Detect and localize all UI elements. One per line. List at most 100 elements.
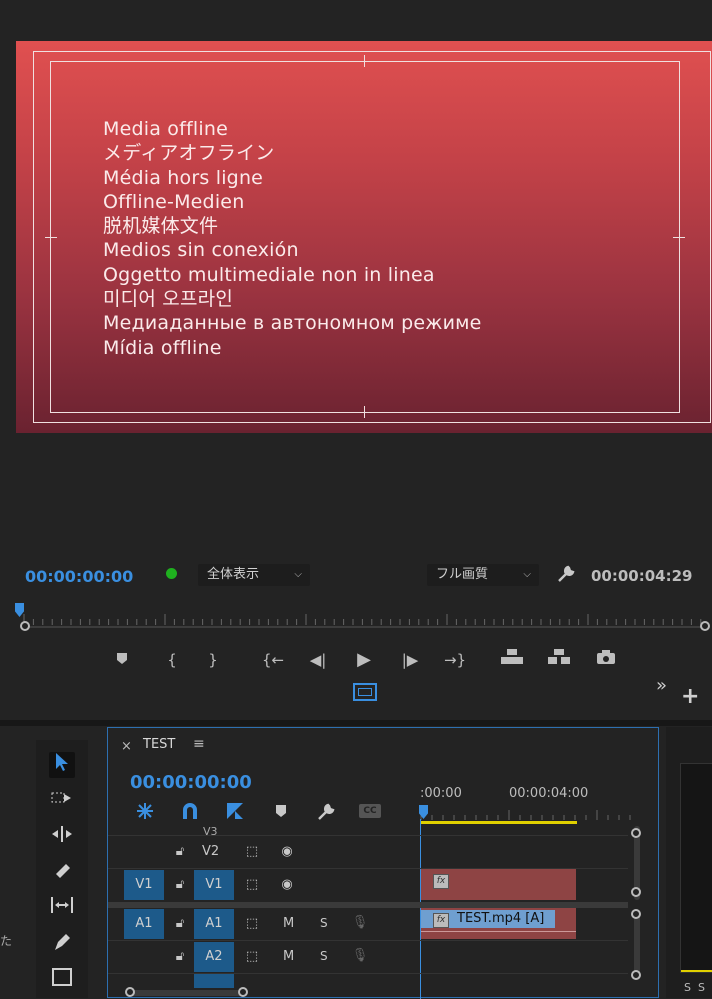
sync-lock-icon[interactable]: ⬚	[243, 844, 261, 859]
go-to-in-button[interactable]: {←	[261, 648, 285, 672]
slip-tool-icon[interactable]	[49, 896, 75, 922]
play-button[interactable]: ▶	[352, 648, 376, 672]
source-patch-v1[interactable]: V1	[124, 870, 164, 900]
solo-track-button[interactable]: S	[320, 916, 328, 930]
go-to-out-button[interactable]: →}	[443, 648, 467, 672]
zoom-level-select[interactable]: 全体表示 ⌵	[198, 564, 310, 586]
sync-lock-icon[interactable]: ⬚	[243, 877, 261, 892]
audio-clip[interactable]: fx TEST.mp4 [A]	[421, 908, 576, 939]
audio-meters-panel: S S	[666, 727, 712, 998]
captions-icon[interactable]: CC	[359, 804, 381, 818]
settings-wrench-icon[interactable]	[555, 563, 577, 585]
timeline-settings-wrench-icon[interactable]	[315, 801, 337, 823]
lock-icon[interactable]: 🔓︎	[171, 844, 189, 859]
track-a1-header: A1 🔓︎ A1 ⬚ M S 🎙︎	[108, 908, 420, 940]
center-mark-top	[364, 55, 365, 67]
time-ruler[interactable]	[15, 603, 710, 631]
close-sequence-icon[interactable]: ×	[121, 739, 132, 754]
lock-icon[interactable]: 🔓︎	[171, 949, 189, 964]
panel-divider[interactable]	[0, 720, 712, 726]
linked-selection-icon[interactable]	[225, 801, 245, 821]
rectangle-tool-icon[interactable]	[49, 968, 75, 994]
track-v2-header: 🔓︎ V2 ⬚ ◉	[108, 836, 420, 868]
nest-toggle-icon[interactable]	[134, 801, 156, 821]
export-frame-camera-icon[interactable]	[594, 648, 618, 672]
mark-out-button[interactable]: }	[201, 648, 225, 672]
track-target-a1[interactable]: A1	[194, 909, 234, 939]
solo-track-button[interactable]: S	[320, 949, 328, 963]
track-target-v1[interactable]: V1	[194, 870, 234, 900]
media-offline-message: Media offline メディアオフライン Média hors ligne…	[103, 117, 482, 360]
sequence-duration: 00:00:04:29	[591, 567, 693, 585]
timeline-timecode[interactable]: 00:00:00:00	[130, 772, 252, 793]
razor-tool-icon[interactable]	[49, 860, 75, 886]
more-controls-icon[interactable]: »	[656, 675, 667, 696]
chevron-down-icon: ⌵	[294, 569, 302, 580]
video-clip-offline[interactable]: fx	[421, 869, 576, 900]
offline-line: 미디어 오프라인	[103, 288, 233, 311]
offline-line: Medios sin conexión	[103, 239, 299, 262]
playback-resolution-value: フル画質	[436, 567, 489, 582]
ruler-ticks	[23, 614, 702, 628]
audio-scroll-handle-top[interactable]	[631, 909, 641, 919]
eye-icon[interactable]: ◉	[278, 877, 296, 892]
meter-solo-right[interactable]: S	[698, 981, 705, 994]
track-label-v2[interactable]: V2	[202, 844, 219, 859]
mute-track-button[interactable]: M	[283, 916, 294, 931]
safe-margins-toggle-icon[interactable]	[353, 683, 377, 701]
offline-line: Media offline	[103, 118, 228, 140]
track-select-tool-icon[interactable]	[49, 788, 75, 814]
program-video-frame[interactable]: Media offline メディアオフライン Média hors ligne…	[16, 41, 712, 433]
mute-track-button[interactable]: M	[283, 949, 294, 964]
lift-button[interactable]	[500, 648, 524, 672]
audio-scroll-handle-bottom[interactable]	[631, 970, 641, 980]
track-target-a2[interactable]: A2	[194, 942, 234, 972]
playhead-timecode[interactable]: 00:00:00:00	[25, 567, 133, 586]
sync-lock-icon[interactable]: ⬚	[243, 949, 261, 964]
status-indicator-icon	[166, 568, 177, 579]
step-back-button[interactable]: ◀|	[306, 648, 330, 672]
ripple-edit-tool-icon[interactable]	[49, 824, 75, 850]
snap-magnet-icon[interactable]	[180, 801, 200, 821]
offline-line: Mídia offline	[103, 336, 222, 359]
meter-solo-left[interactable]: S	[684, 981, 691, 994]
panel-menu-icon[interactable]: ≡	[193, 736, 205, 752]
pen-tool-icon[interactable]	[49, 932, 75, 958]
mark-in-button[interactable]: {	[160, 648, 184, 672]
voiceover-mic-icon[interactable]: 🎙︎	[351, 915, 369, 930]
audio-clip-name: TEST.mp4 [A]	[457, 911, 545, 926]
track-target-a3[interactable]	[194, 974, 234, 988]
sequence-tab[interactable]: TEST	[143, 737, 175, 752]
zoom-handle-right[interactable]	[700, 621, 710, 631]
voiceover-mic-icon[interactable]: 🎙︎	[351, 948, 369, 963]
offline-line: Медиаданные в автономном режиме	[103, 312, 482, 335]
video-scroll-handle-bottom[interactable]	[631, 887, 641, 897]
source-patch-a1[interactable]: A1	[124, 909, 164, 939]
horizontal-scrollbar[interactable]	[128, 990, 246, 996]
lock-icon[interactable]: 🔓︎	[171, 916, 189, 931]
audio-waveform	[421, 931, 576, 932]
add-marker-button[interactable]	[110, 648, 134, 672]
extract-button[interactable]	[547, 648, 571, 672]
video-scroll-handle-top[interactable]	[631, 828, 641, 838]
track-a2-header: 🔓︎ A2 ⬚ M S 🎙︎	[108, 941, 420, 973]
h-scroll-handle-right[interactable]	[238, 987, 248, 997]
sync-lock-icon[interactable]: ⬚	[243, 916, 261, 931]
lock-icon[interactable]: 🔓︎	[171, 877, 189, 892]
offline-line: Offline-Medien	[103, 190, 245, 213]
h-scroll-handle-left[interactable]	[125, 987, 135, 997]
work-area-bar[interactable]	[420, 821, 577, 824]
add-marker-icon[interactable]	[274, 803, 288, 819]
step-forward-button[interactable]: |▶	[398, 648, 422, 672]
playback-resolution-select[interactable]: フル画質 ⌵	[427, 564, 539, 586]
track-separator	[108, 973, 628, 974]
fx-badge-icon: fx	[433, 874, 449, 889]
eye-icon[interactable]: ◉	[278, 844, 296, 859]
selection-tool-icon[interactable]	[49, 752, 75, 778]
timeline-panel: × TEST ≡ 00:00:00:00 CC :00:00 00:00:04:…	[107, 727, 659, 999]
button-editor-add-icon[interactable]: +	[681, 684, 699, 709]
zoom-handle-left[interactable]	[20, 621, 30, 631]
center-mark-bottom	[364, 406, 365, 418]
center-mark-left	[45, 237, 57, 238]
chevron-down-icon: ⌵	[523, 569, 531, 580]
